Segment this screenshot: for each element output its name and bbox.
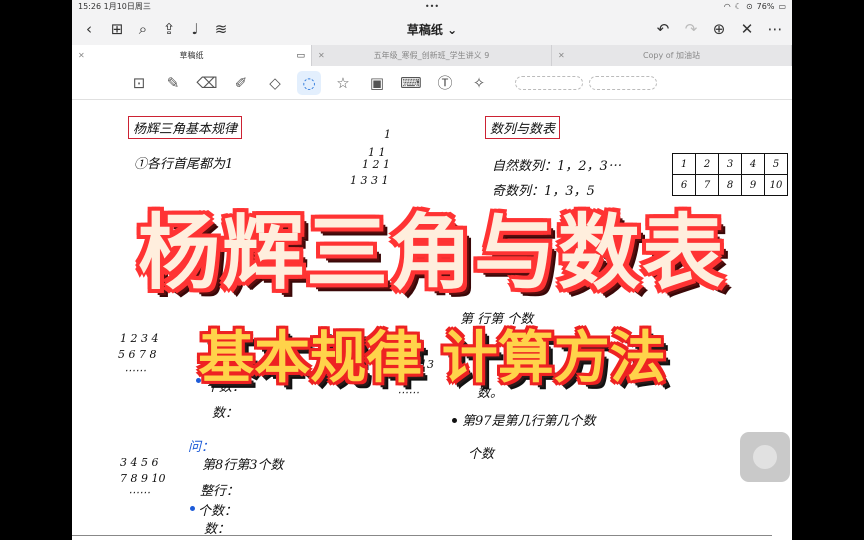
whole-row-label: 整行： <box>200 484 240 499</box>
tab-handout[interactable]: ✕ 五年级_寒假_创新班_学生讲义 9 <box>312 45 552 66</box>
bottom-question: 第8行第3个数 <box>202 458 284 473</box>
overlay-subtitle: 基本规律 计算方法 <box>198 326 666 391</box>
close-icon[interactable]: ✕ <box>736 18 758 40</box>
battery-icon: ▭ <box>778 2 786 11</box>
triangle-row: 1 2 1 <box>362 158 390 171</box>
laser-icon[interactable]: ✧ <box>467 71 491 95</box>
bottom-number-row: 7 8 9 10 <box>120 472 166 485</box>
audio-wave-icon[interactable]: ≋ <box>210 18 232 40</box>
status-time: 15:26 <box>78 2 102 11</box>
page-divider <box>72 535 772 536</box>
bullet-dot <box>190 506 195 511</box>
wifi-icon: ◠ <box>723 2 731 11</box>
moon-icon: ☾ <box>734 2 742 11</box>
shapes-icon[interactable]: ◇ <box>263 71 287 95</box>
split-view-icon[interactable]: ▭ <box>296 51 305 61</box>
tab-label: 五年级_寒假_创新班_学生讲义 9 <box>373 51 490 60</box>
right-heading: 数列与数表 <box>485 116 561 139</box>
lock-rotation-icon: ⊙ <box>745 2 753 11</box>
grid-icon[interactable]: ⊞ <box>106 18 128 40</box>
grid-cell: 5 <box>764 153 788 175</box>
tab-close-icon[interactable]: ✕ <box>78 51 85 60</box>
natural-sequence: 自然数列：1，2，3⋯ <box>492 159 621 174</box>
bullet-dot <box>452 418 457 423</box>
bottom-number-row: 3 4 5 6 <box>120 456 159 469</box>
image-icon[interactable]: ▣ <box>365 71 389 95</box>
share-icon[interactable]: ⇪ <box>158 18 180 40</box>
color-swatch[interactable] <box>589 75 657 90</box>
number-label: 数： <box>212 406 239 421</box>
status-bar: 15:26 1月10日周三 ••• ◠ ☾ ⊙ 76% ▭ <box>72 0 792 13</box>
grid-cell: 3 <box>718 153 742 175</box>
lasso-image-icon[interactable]: ⊡ <box>127 71 151 95</box>
lasso-icon[interactable]: ◌ <box>297 70 321 95</box>
more-icon[interactable]: ⋯ <box>764 18 786 40</box>
tab-draft[interactable]: ✕ 草稿纸 ▭ <box>72 45 312 66</box>
rule-1: ①各行首尾都为1 <box>134 157 234 172</box>
color-swatch[interactable] <box>515 75 583 90</box>
tab-label: 草稿纸 <box>179 51 204 60</box>
highlighter-icon[interactable]: ✐ <box>229 71 253 95</box>
tab-bar: ✕ 草稿纸 ▭ ✕ 五年级_寒假_创新班_学生讲义 9 ✕ Copy of 加油… <box>72 45 792 66</box>
eraser-icon[interactable]: ⌫ <box>195 71 219 95</box>
pen-icon[interactable]: ✎ <box>161 71 185 95</box>
assistive-touch-button[interactable] <box>740 432 790 482</box>
bottom-number-row: ⋯⋯ <box>128 486 150 499</box>
add-page-icon[interactable]: ⊕ <box>708 18 730 40</box>
question-label: 问： <box>188 440 215 455</box>
grid-cell: 4 <box>741 153 765 175</box>
text-icon[interactable]: Ⓣ <box>433 71 457 95</box>
search-icon[interactable]: ⌕ <box>132 18 154 40</box>
assistive-touch-icon <box>753 445 777 469</box>
drawing-tools: ⊡ ✎ ⌫ ✐ ◇ ◌ ☆ ▣ ⌨ Ⓣ ✧ <box>72 66 792 100</box>
top-toolbar: ‹ ⊞ ⌕ ⇪ ♩ ≋ 草稿纸 ⌄ ↶ ↷ ⊕ ✕ ⋯ <box>72 13 792 45</box>
grid-cell: 2 <box>695 153 719 175</box>
keyboard-icon[interactable]: ⌨ <box>399 71 423 95</box>
count-label: 个数： <box>198 504 238 519</box>
mic-icon[interactable]: ♩ <box>184 18 206 40</box>
back-icon[interactable]: ‹ <box>78 18 100 40</box>
battery-percent: 76% <box>756 2 775 11</box>
overlay-title: 杨辉三角与数表 <box>137 206 726 301</box>
left-heading: 杨辉三角基本规律 <box>128 116 243 139</box>
chevron-down-icon: ⌄ <box>447 22 458 37</box>
status-date: 1月10日周三 <box>103 2 151 11</box>
tab-close-icon[interactable]: ✕ <box>558 51 565 60</box>
undo-icon[interactable]: ↶ <box>652 18 674 40</box>
tab-close-icon[interactable]: ✕ <box>318 51 325 60</box>
tab-label: Copy of 加油站 <box>642 51 701 60</box>
sticker-icon[interactable]: ☆ <box>331 71 355 95</box>
color-swatches <box>515 75 657 90</box>
triangle-row: 1 <box>384 128 391 141</box>
right-count: 个数 <box>468 447 495 462</box>
right-question-97: 第97是第几行第几个数 <box>462 414 596 429</box>
redo-icon[interactable]: ↷ <box>680 18 702 40</box>
document-title-text: 草稿纸 <box>406 22 443 37</box>
tab-copy[interactable]: ✕ Copy of 加油站 <box>552 45 792 66</box>
grid-cell: 1 <box>672 153 696 175</box>
multitask-dots[interactable]: ••• <box>425 2 439 11</box>
